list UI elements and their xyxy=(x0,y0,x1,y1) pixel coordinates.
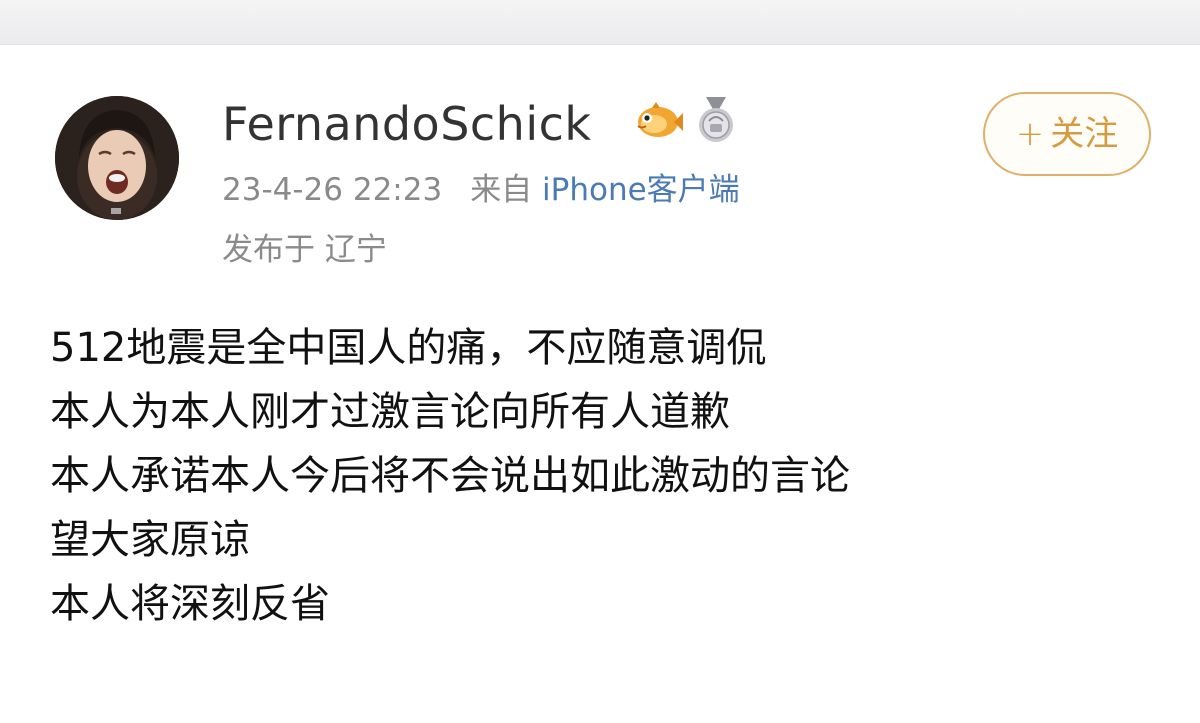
follow-button[interactable]: + 关注 xyxy=(983,92,1151,176)
source-device-link[interactable]: iPhone客户端 xyxy=(542,172,740,208)
username[interactable]: FernandoSchick xyxy=(222,94,592,154)
follow-button-label: 关注 xyxy=(1050,114,1119,154)
post-timestamp: 23-4-26 22:23 xyxy=(222,172,443,208)
post-text-line: 本人承诺本人今后将不会说出如此激动的言论 xyxy=(50,453,850,499)
fish-badge-icon[interactable] xyxy=(632,98,684,144)
weibo-post-page: FernandoSchick 23-4-26 22:23 来自 iPhone客户端… xyxy=(0,0,1200,723)
post-text-line: 512地震是全中国人的痛，不应随意调侃 xyxy=(50,325,767,371)
post-meta: 23-4-26 22:23 来自 iPhone客户端 xyxy=(222,168,740,212)
silver-medal-badge-icon[interactable] xyxy=(694,95,738,145)
avatar-image xyxy=(55,96,179,220)
post-text-line: 本人将深刻反省 xyxy=(50,581,330,627)
post-text-line: 本人为本人刚才过激言论向所有人道歉 xyxy=(50,389,730,435)
avatar[interactable] xyxy=(55,96,179,220)
plus-icon: + xyxy=(1015,114,1045,154)
post-location: 发布于 辽宁 xyxy=(222,232,387,268)
post-text-line: 望大家原谅 xyxy=(50,517,250,563)
top-bar xyxy=(0,0,1200,45)
source-prefix: 来自 xyxy=(470,172,533,208)
post-content: 512地震是全中国人的痛，不应随意调侃 本人为本人刚才过激言论向所有人道歉 本人… xyxy=(50,316,1170,636)
